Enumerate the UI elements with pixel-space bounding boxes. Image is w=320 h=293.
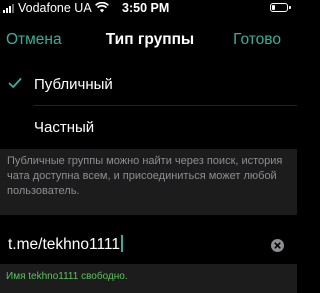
navigation-bar: Отмена Тип группы Готово (0, 18, 297, 62)
battery-icon (270, 3, 291, 12)
option-public[interactable]: Публичный (0, 63, 297, 106)
link-input[interactable]: t.me/tekhno1111 (8, 235, 124, 254)
link-input-value: t.me/tekhno1111 (8, 236, 121, 253)
group-type-options: Публичный Частный (0, 63, 297, 149)
clock: 3:50 PM (122, 1, 170, 15)
availability-message: Имя tekhno1111 свободно. (6, 271, 128, 282)
clear-icon[interactable] (271, 239, 284, 252)
info-text: Публичные группы можно найти через поиск… (7, 155, 283, 197)
checkmark-icon (8, 78, 22, 88)
info-footer: Публичные группы можно найти через поиск… (0, 149, 297, 215)
option-private-label: Частный (34, 119, 95, 136)
option-private[interactable]: Частный (0, 106, 297, 149)
link-input-row[interactable]: t.me/tekhno1111 (0, 226, 297, 264)
signal-icon (3, 4, 14, 13)
done-button[interactable]: Готово (233, 31, 281, 49)
status-bar: Vodafone UA 3:50 PM (0, 0, 297, 18)
wifi-icon (95, 2, 109, 13)
option-public-label: Публичный (34, 76, 113, 93)
availability-footer: Имя tekhno1111 свободно. (0, 264, 297, 293)
carrier-name: Vodafone UA (18, 1, 92, 15)
text-caret (121, 235, 124, 252)
